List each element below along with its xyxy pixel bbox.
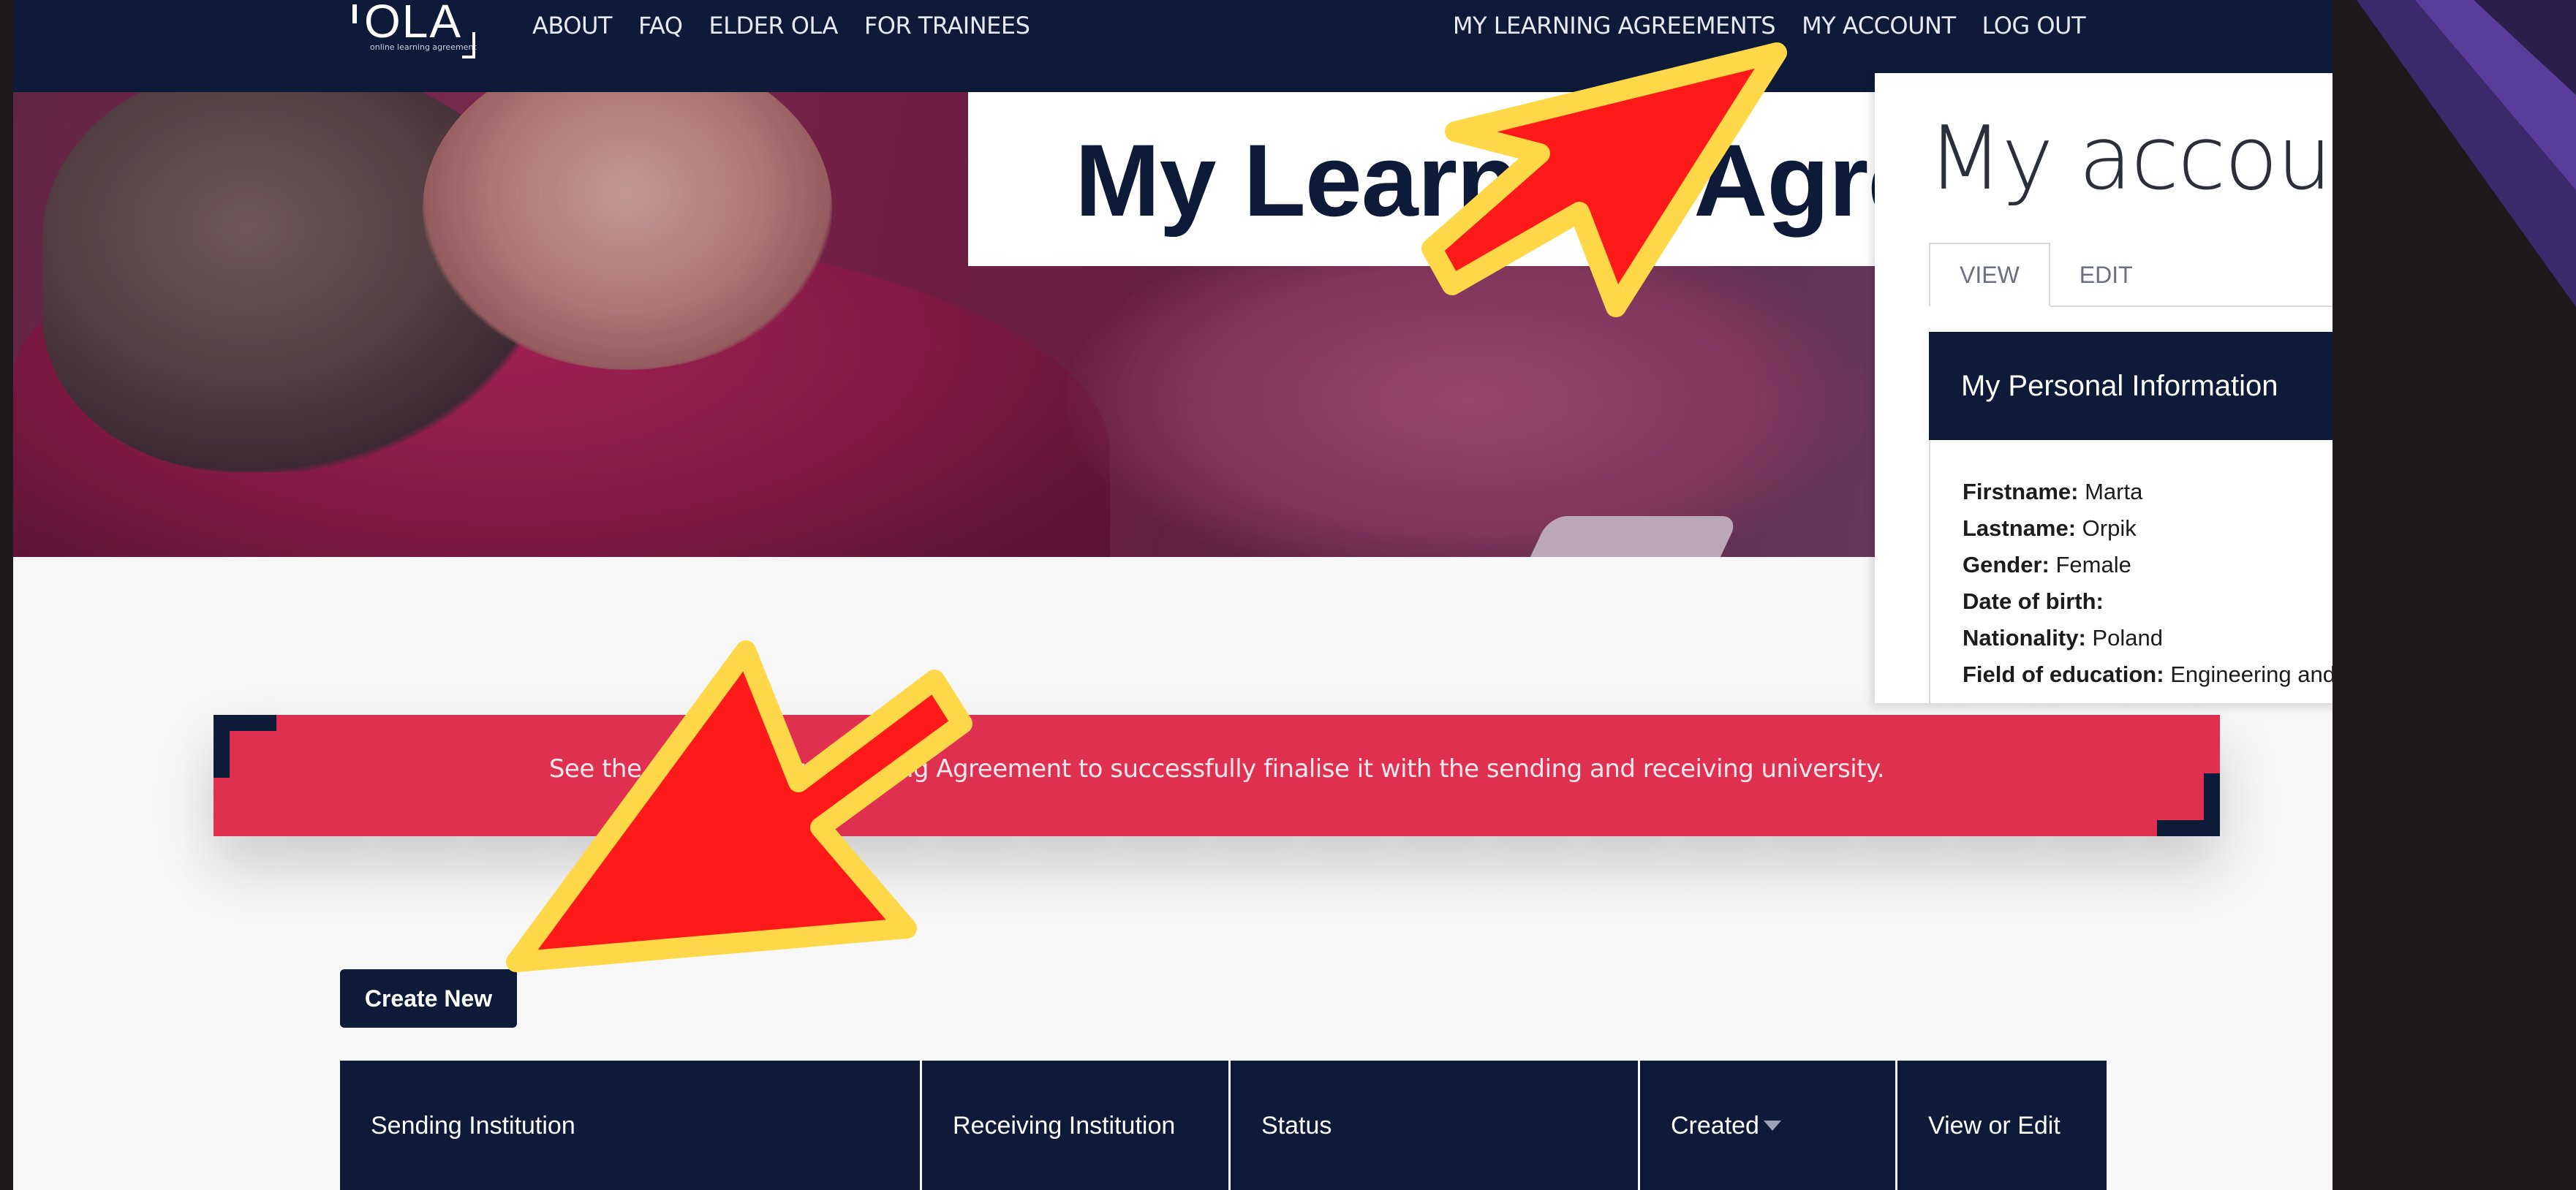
column-receiving-institution[interactable]: Receiving Institution bbox=[922, 1061, 1231, 1190]
nav-about[interactable]: ABOUT bbox=[532, 12, 612, 39]
field-field-of-education: Field of education: Engineering and engi… bbox=[1963, 662, 2333, 687]
tab-edit[interactable]: EDIT bbox=[2050, 243, 2162, 307]
nav-log-out[interactable]: LOG OUT bbox=[1982, 12, 2086, 39]
create-new-button[interactable]: Create New bbox=[340, 969, 517, 1028]
frame-corner-decoration bbox=[2357, 0, 2576, 307]
field-nationality: Nationality: Poland bbox=[1963, 625, 2163, 651]
column-sending-institution[interactable]: Sending Institution bbox=[340, 1061, 922, 1190]
learning-agreements-table-header: Sending Institution Receiving Institutio… bbox=[340, 1061, 2107, 1190]
nav-my-account[interactable]: MY ACCOUNT bbox=[1802, 12, 1956, 39]
website-screenshot: OLA online learning agreement ABOUT FAQ … bbox=[13, 0, 2333, 1190]
account-title: My account bbox=[1927, 108, 2333, 210]
column-status[interactable]: Status bbox=[1231, 1061, 1640, 1190]
field-firstname: Firstname: Marta bbox=[1963, 479, 2143, 504]
my-account-panel: My account VIEW EDIT My Personal Informa… bbox=[1875, 73, 2333, 703]
annotation-arrow-my-account bbox=[1421, 42, 1787, 317]
field-gender: Gender: Female bbox=[1963, 552, 2131, 577]
ola-logo[interactable]: OLA online learning agreement bbox=[351, 0, 483, 63]
tab-view[interactable]: VIEW bbox=[1929, 243, 2050, 307]
nav-elder-ola[interactable]: ELDER OLA bbox=[709, 12, 838, 39]
main-nav: ABOUT FAQ ELDER OLA FOR TRAINEES bbox=[532, 12, 1030, 39]
account-tabs: VIEW EDIT bbox=[1929, 243, 2333, 307]
personal-information-body: Firstname: Marta Lastname: Orpik Gender:… bbox=[1929, 440, 2333, 703]
column-view-or-edit[interactable]: View or Edit bbox=[1897, 1061, 2107, 1190]
field-lastname: Lastname: Orpik bbox=[1963, 515, 2137, 541]
field-date-of-birth: Date of birth: bbox=[1963, 588, 2104, 614]
column-created[interactable]: Created bbox=[1640, 1061, 1897, 1190]
annotation-arrow-create-new bbox=[506, 640, 972, 972]
sort-desc-icon bbox=[1763, 1120, 1781, 1131]
nav-faq[interactable]: FAQ bbox=[638, 12, 683, 39]
personal-information-header: My Personal Information bbox=[1929, 332, 2333, 440]
nav-for-trainees[interactable]: FOR TRAINEES bbox=[864, 12, 1030, 39]
